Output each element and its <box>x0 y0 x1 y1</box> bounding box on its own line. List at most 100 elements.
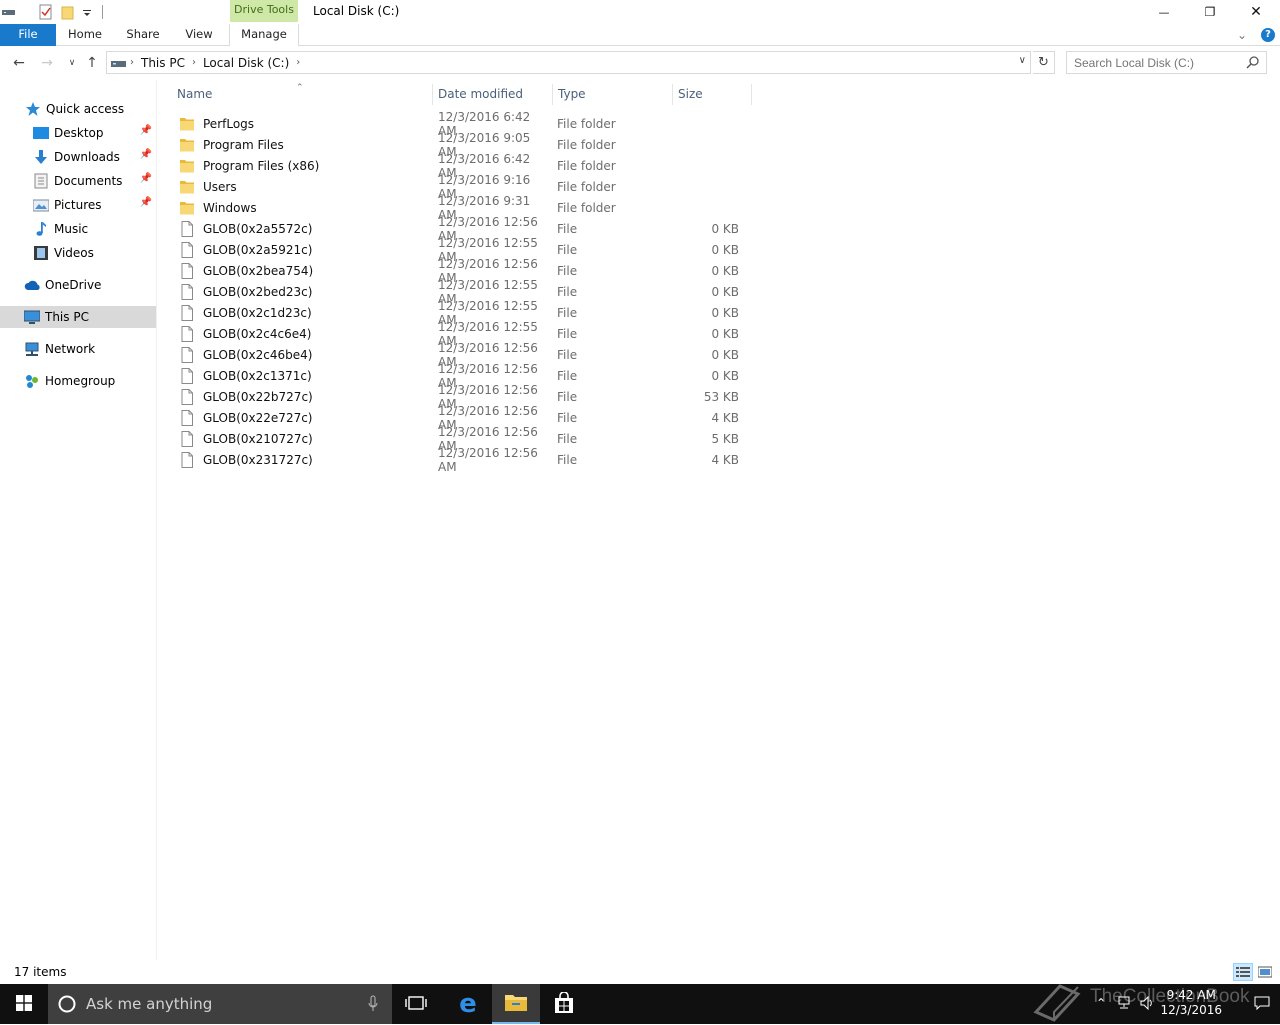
homegroup-icon <box>24 373 40 389</box>
address-bar[interactable]: › This PC › Local Disk (C:) › ∨ <box>106 51 1031 74</box>
breadcrumb-separator[interactable]: › <box>192 57 196 68</box>
pin-icon[interactable]: 📌 <box>140 125 152 136</box>
nav-downloads[interactable]: Downloads 📌 <box>0 146 156 168</box>
breadcrumb-this-pc[interactable]: This PC <box>141 56 185 70</box>
task-view-button[interactable] <box>392 984 440 1024</box>
file-name: Program Files (x86) <box>203 158 320 173</box>
file-type: File <box>557 326 578 341</box>
recent-locations-button[interactable]: ∨ <box>63 54 81 72</box>
nav-documents[interactable]: Documents 📌 <box>0 170 156 192</box>
status-bar: 17 items <box>0 960 1280 984</box>
table-row[interactable]: GLOB(0x231727c) 12/3/2016 12:56 AM File 4 K… <box>172 446 745 474</box>
tab-file[interactable]: File <box>0 24 56 46</box>
pin-icon[interactable]: 📌 <box>140 149 152 160</box>
restore-button[interactable]: ❐ <box>1187 0 1233 24</box>
nav-label: OneDrive <box>45 278 102 292</box>
pin-icon[interactable]: 📌 <box>140 173 152 184</box>
column-header-type[interactable]: Type <box>553 84 673 105</box>
row-name-cell: GLOB(0x22e727c) <box>172 409 427 426</box>
tab-manage[interactable]: Manage <box>229 24 299 47</box>
up-arrow-icon: ↑ <box>86 55 98 71</box>
file-icon <box>179 346 195 363</box>
column-header-row: Name ⌃ Date modified Type Size <box>172 83 752 105</box>
start-button[interactable] <box>0 984 48 1024</box>
nav-label: Desktop <box>54 126 104 140</box>
nav-quick-access[interactable]: Quick access <box>0 98 156 120</box>
nav-onedrive[interactable]: OneDrive <box>0 274 156 296</box>
address-dropdown-icon[interactable]: ∨ <box>1019 55 1026 66</box>
column-header-date[interactable]: Date modified <box>433 84 553 105</box>
notifications-icon[interactable] <box>1254 996 1270 1013</box>
pin-icon[interactable]: 📌 <box>140 197 152 208</box>
file-type: File <box>557 389 578 404</box>
nav-label: Quick access <box>46 102 125 116</box>
tab-share[interactable]: Share <box>120 24 166 46</box>
ribbon-collapse-icon[interactable]: ⌄ <box>1237 28 1247 42</box>
store-taskbar-button[interactable] <box>540 984 588 1024</box>
sort-ascending-icon: ⌃ <box>296 83 304 93</box>
folder-icon <box>179 200 195 216</box>
row-name-cell: Windows <box>172 200 427 216</box>
file-icon <box>179 388 195 405</box>
row-name-cell: GLOB(0x2c1d23c) <box>172 304 427 321</box>
breadcrumb-separator[interactable]: › <box>296 57 300 68</box>
file-name: Users <box>203 179 237 194</box>
nav-label: Homegroup <box>45 374 116 388</box>
close-button[interactable]: ✕ <box>1233 0 1279 24</box>
edge-taskbar-button[interactable]: e <box>444 984 492 1024</box>
cortana-search-box[interactable]: Ask me anything <box>48 984 392 1024</box>
nav-network[interactable]: Network <box>0 338 156 360</box>
nav-this-pc[interactable]: This PC <box>0 306 156 328</box>
row-name-cell: PerfLogs <box>172 116 427 132</box>
file-type: File <box>557 305 578 320</box>
folder-icon <box>179 116 195 132</box>
tab-view[interactable]: View <box>178 24 220 46</box>
volume-icon[interactable] <box>1140 995 1156 1013</box>
refresh-button[interactable]: ↻ <box>1033 51 1055 74</box>
breadcrumb-local-disk[interactable]: Local Disk (C:) <box>203 56 289 70</box>
documents-icon <box>33 173 49 189</box>
file-icon <box>179 367 195 384</box>
properties-icon[interactable] <box>38 4 54 20</box>
up-button[interactable]: ↑ <box>83 54 101 72</box>
file-name: GLOB(0x2c1371c) <box>203 368 312 383</box>
file-type: File folder <box>557 158 616 173</box>
videos-icon <box>33 245 49 261</box>
large-icons-view-button[interactable] <box>1255 963 1275 981</box>
minimize-button[interactable]: — <box>1141 0 1187 24</box>
nav-homegroup[interactable]: Homegroup <box>0 370 156 392</box>
search-box[interactable] <box>1066 51 1267 74</box>
restore-icon: ❐ <box>1204 5 1216 19</box>
clock[interactable]: 9:42 AM 12/3/2016 <box>1160 988 1222 1018</box>
help-icon[interactable]: ? <box>1261 28 1275 42</box>
nav-videos[interactable]: Videos <box>0 242 156 264</box>
search-input[interactable] <box>1067 52 1237 73</box>
file-name: GLOB(0x210727c) <box>203 431 313 446</box>
network-status-icon[interactable] <box>1118 996 1134 1013</box>
forward-button[interactable]: → <box>38 54 56 72</box>
system-tray: TheCollectionBook ⌃ 9:42 AM 12/3/2016 <box>1030 984 1280 1024</box>
nav-pictures[interactable]: Pictures 📌 <box>0 194 156 216</box>
file-name: GLOB(0x2bea754) <box>203 263 314 278</box>
file-explorer-taskbar-button[interactable] <box>492 984 540 1024</box>
nav-desktop[interactable]: Desktop 📌 <box>0 122 156 144</box>
nav-music[interactable]: Music <box>0 218 156 240</box>
customize-toolbar-icon[interactable] <box>82 4 92 20</box>
row-name-cell: Program Files <box>172 137 427 153</box>
tab-home[interactable]: Home <box>62 24 108 46</box>
row-name-cell: GLOB(0x22b727c) <box>172 388 427 405</box>
details-view-button[interactable] <box>1233 963 1253 981</box>
drive-tools-context-tab: Drive Tools <box>230 0 298 22</box>
file-size: 53 KB <box>703 389 739 404</box>
new-folder-icon[interactable] <box>60 4 76 20</box>
pictures-icon <box>32 197 50 213</box>
file-size: 0 KB <box>711 368 739 383</box>
column-header-size[interactable]: Size <box>673 84 752 105</box>
column-header-name[interactable]: Name ⌃ <box>172 83 433 105</box>
file-name: Program Files <box>203 137 284 152</box>
file-type: File folder <box>557 179 616 194</box>
show-hidden-icons-icon[interactable]: ⌃ <box>1096 996 1106 1010</box>
file-icon <box>179 262 195 279</box>
back-button[interactable]: ← <box>10 54 28 72</box>
microphone-icon[interactable] <box>368 995 378 1016</box>
